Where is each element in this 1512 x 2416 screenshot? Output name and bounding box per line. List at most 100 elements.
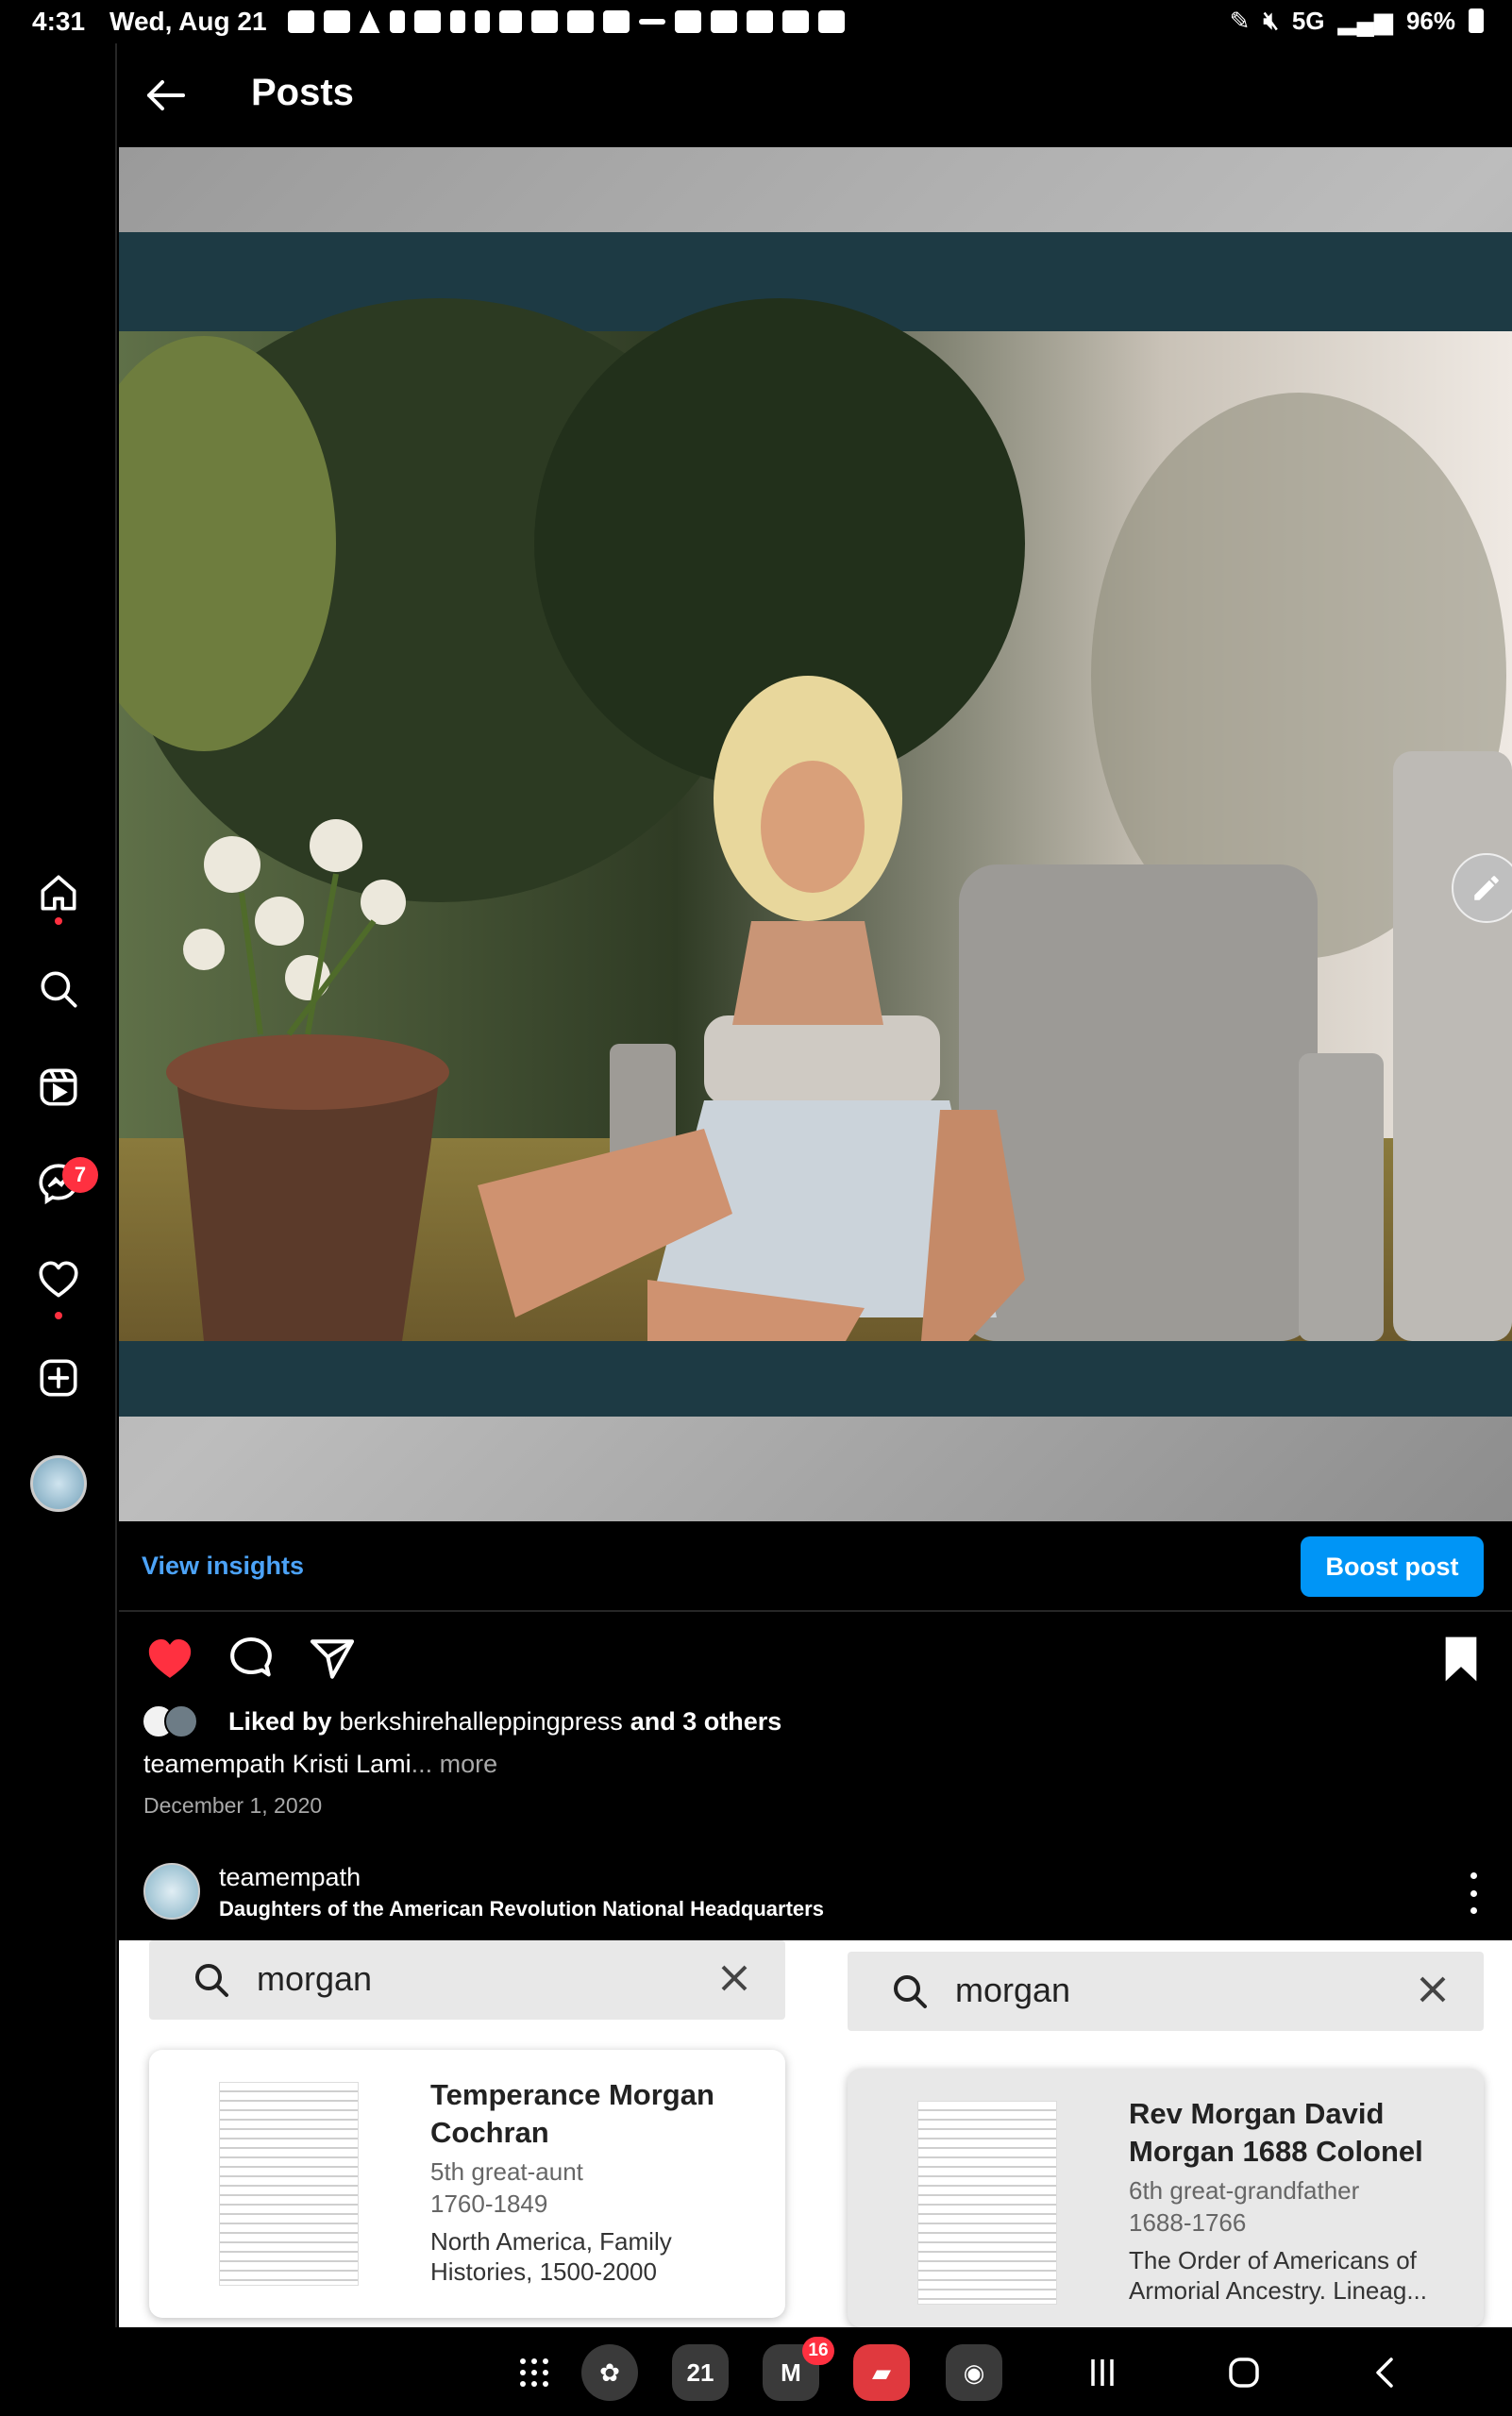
search-icon [889,1971,931,2012]
post-date: December 1, 2020 [143,1793,323,1818]
flower-icon: ✿ [599,2357,620,2387]
result-relation: 6th great-grandfather [1129,2176,1360,2205]
result-source-line2: Histories, 1500-2000 [430,2257,657,2286]
amazon-icon [638,19,665,25]
likes-summary[interactable]: Liked by berkshirehalleppingpress and 3 … [142,1704,781,1738]
gmail-icon [566,10,594,33]
dot [1470,1889,1477,1897]
heart-icon [39,1261,78,1298]
search-bar: morgan [149,1940,785,2020]
recents-button[interactable] [1078,2348,1127,2397]
window-icon [781,10,809,33]
document-thumbnail [917,2101,1057,2305]
pen-icon: ✎ [1229,6,1251,35]
heart-filled-icon [148,1639,192,1678]
view-insights-link[interactable]: View insights [142,1552,304,1581]
system-back-button[interactable] [1361,2348,1410,2397]
edit-button[interactable] [1452,853,1512,923]
dot [1470,1907,1477,1914]
messages-app[interactable]: ▰ [853,2344,910,2401]
author-avatar[interactable] [143,1863,200,1920]
battery-icon [1469,8,1484,33]
nav-activity[interactable] [28,1250,89,1310]
youtube-icon [287,10,314,33]
gallery-icon [674,10,701,33]
grid-icon [520,2358,548,2387]
window-icon [710,10,737,33]
arrow-left-icon [147,80,185,110]
nav-search[interactable] [28,959,89,1019]
liked-by-account[interactable]: berkshirehalleppingpress [340,1707,623,1736]
battery-level: 96% [1405,6,1455,35]
liker-avatars [142,1704,221,1738]
gmail-icon: M [781,2357,801,2387]
chevron-left-icon [1376,2357,1393,2388]
mute-icon: 🔇︎ [1263,6,1279,34]
liked-by-prefix: Liked by [228,1706,332,1736]
result-years: 1760-1849 [430,2190,548,2218]
result-name-line2: Morgan 1688 Colonel [1129,2135,1423,2168]
page-title: Posts [251,72,354,113]
post-actions [119,1627,1512,1693]
like-button[interactable] [143,1633,196,1686]
camera-app[interactable]: ◉ [946,2344,1002,2401]
search-query: morgan [955,1971,1071,2009]
gmail-icon [530,10,558,33]
result-source-line1: The Order of Americans of [1129,2246,1417,2274]
calendar-day: 21 [686,2357,714,2387]
nav-home[interactable] [28,863,89,923]
window-icon [817,10,845,33]
nav-create[interactable] [28,1348,89,1408]
bookmark-filled-icon [1445,1636,1477,1682]
comment-icon [230,1636,272,1677]
recents-icon [1091,2359,1114,2386]
share-button[interactable] [306,1633,359,1686]
home-button[interactable] [1219,2348,1268,2397]
post-options-button[interactable] [1459,1872,1487,1914]
camera-icon: ◉ [963,2357,985,2387]
gmail-badge: 16 [802,2337,834,2365]
back-button[interactable] [142,72,198,119]
next-post-image[interactable]: morgan Temperance Morgan Cochran 5th gre… [119,1940,1512,2327]
liker-avatar [164,1704,198,1738]
home-circle-icon [1229,2357,1259,2388]
search-icon [191,1959,232,2001]
post-image[interactable] [119,147,1512,1521]
profile-avatar[interactable] [30,1455,87,1512]
close-icon [1414,1971,1452,2008]
post-location[interactable]: Daughters of the American Revolution Nat… [219,1897,824,1921]
app-drawer-button[interactable] [506,2344,563,2401]
caption-username[interactable]: teamempath [143,1750,285,1778]
nav-reels[interactable] [28,1057,89,1117]
caption-more-link[interactable]: ... more [412,1750,498,1778]
boost-post-button[interactable]: Boost post [1301,1536,1484,1597]
status-indicators: ✎ 🔇︎ 5G ▂▄▆ 96% [1230,6,1484,36]
insights-row: View insights Boost post [119,1521,1512,1612]
search-icon [41,971,77,1008]
bixby-app[interactable]: ✿ [581,2344,638,2401]
photo-illustration [119,147,1512,1521]
bing-icon [449,10,465,33]
save-button[interactable] [1435,1633,1487,1686]
caption[interactable]: teamempath Kristi Lami... more [143,1750,497,1779]
messenger-badge: 7 [62,1157,98,1193]
author-username[interactable]: teamempath [219,1863,361,1892]
search-query: morgan [257,1959,373,1998]
liked-by-suffix[interactable]: and 3 others [630,1707,782,1736]
chat-icon: ▰ [872,2357,891,2387]
nav-rail: 7 [0,43,117,2327]
status-bar: 4:31 Wed, Aug 21 ✎ 🔇︎ 5G ▂▄▆ 96% [0,0,1512,43]
notification-icons [287,10,845,33]
youtube-icon [323,10,350,33]
activity-dot [55,1312,62,1319]
search-bar: morgan [848,1952,1484,2031]
result-source-line1: North America, Family [430,2227,672,2256]
word-icon [413,10,441,33]
result-card: Rev Morgan David Morgan 1688 Colonel 6th… [848,2069,1484,2327]
comment-button[interactable] [225,1633,277,1686]
calendar-app[interactable]: 21 [672,2344,729,2401]
window-icon [746,10,773,33]
lock-icon [474,10,490,33]
result-years: 1688-1766 [1129,2208,1247,2237]
next-post-header: teamempath Daughters of the American Rev… [119,1854,1512,1940]
